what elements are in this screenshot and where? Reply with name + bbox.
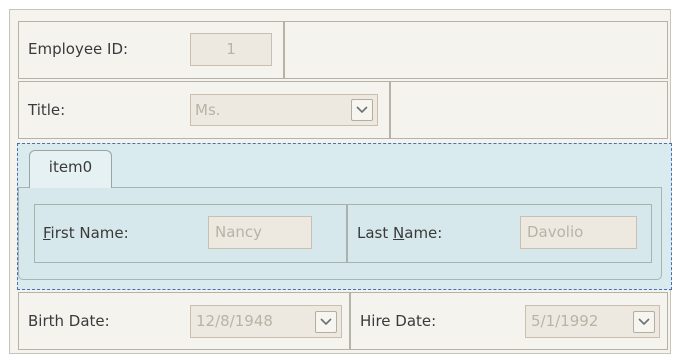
hire-date-label: Hire Date:	[360, 312, 437, 330]
tab-item0[interactable]: item0	[29, 150, 112, 188]
first-name-input[interactable]: Nancy	[208, 216, 312, 249]
title-combobox[interactable]: Ms.	[190, 94, 378, 126]
last-name-cell: Last Name: Davolio	[347, 204, 652, 263]
chevron-down-icon[interactable]	[633, 311, 655, 333]
birth-date-picker[interactable]: 12/8/1948	[190, 305, 342, 338]
first-name-access-key: F	[43, 224, 51, 242]
last-name-access-key: N	[393, 224, 405, 242]
employee-id-input[interactable]: 1	[190, 33, 272, 66]
employee-id-label: Employee ID:	[28, 40, 129, 58]
first-name-label-rest: irst Name:	[50, 224, 129, 242]
birth-date-label: Birth Date:	[28, 312, 110, 330]
empty-cell	[390, 81, 668, 139]
birth-date-cell: Birth Date: 12/8/1948	[18, 292, 350, 350]
employee-id-cell: Employee ID: 1	[18, 21, 284, 79]
hire-date-picker[interactable]: 5/1/1992	[525, 305, 660, 338]
title-label: Title:	[28, 101, 66, 119]
title-cell: Title: Ms.	[18, 81, 390, 139]
last-name-label-pre: Last	[357, 224, 394, 242]
last-name-label: Last Name:	[357, 224, 442, 242]
chevron-down-icon[interactable]	[351, 99, 373, 121]
chevron-down-icon[interactable]	[315, 311, 337, 333]
title-value: Ms.	[195, 101, 221, 119]
empty-cell	[284, 21, 668, 79]
birth-date-value: 12/8/1948	[196, 312, 273, 330]
hire-date-value: 5/1/1992	[531, 312, 599, 330]
first-name-cell: First Name: Nancy	[34, 204, 347, 263]
hire-date-cell: Hire Date: 5/1/1992	[350, 292, 668, 350]
first-name-label: First Name:	[43, 224, 129, 242]
last-name-label-rest: ame:	[404, 224, 443, 242]
last-name-input[interactable]: Davolio	[520, 216, 637, 249]
